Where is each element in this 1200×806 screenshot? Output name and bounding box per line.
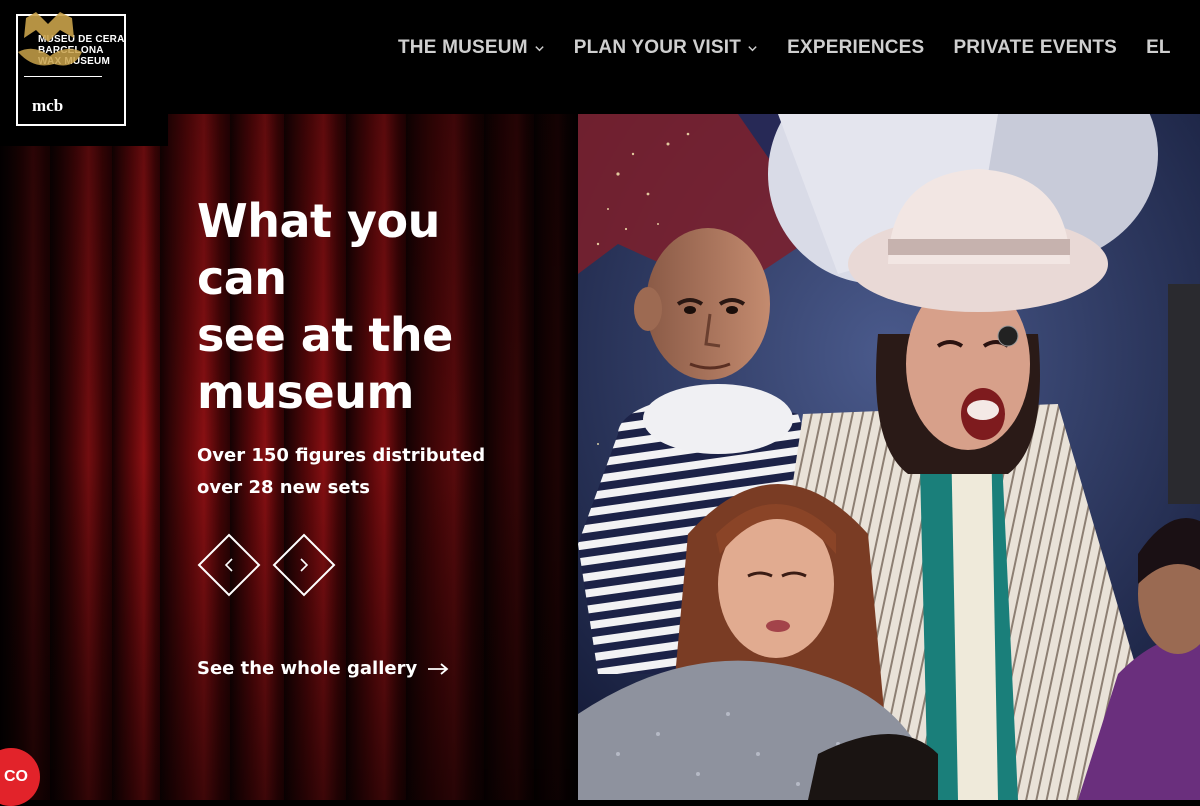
hero-subtitle-line: over 28 new sets [197,477,370,498]
nav-item-plan-your-visit[interactable]: PLAN YOUR VISIT [574,34,758,62]
hero-subtitle: Over 150 figures distributed over 28 new… [197,440,517,504]
nav-item-label: EL [1146,37,1171,58]
hero-title-line: museum [197,365,414,419]
chevron-right-icon [272,533,336,597]
chevron-down-icon [535,45,544,51]
gallery-link-label: See the whole gallery [197,658,418,679]
wax-figures-image [578,114,1200,800]
see-gallery-link[interactable]: See the whole gallery [197,658,449,679]
prev-slide-button[interactable] [197,533,261,597]
nav-item-the-museum[interactable]: THE MUSEUM [398,34,545,62]
hero-title-line: can [197,251,287,305]
logo-mcb: mcb [32,96,64,115]
hero-title: What you can see at the museum [197,193,537,421]
arrow-right-icon [428,662,449,675]
main-nav: THE MUSEUM PLAN YOUR VISIT EXPERIENCES P… [398,34,1171,62]
chevron-left-icon [197,533,261,597]
nav-item-language[interactable]: EL [1146,34,1171,62]
nav-item-label: PRIVATE EVENTS [953,37,1118,58]
hero-photo [578,114,1200,800]
nav-item-label: THE MUSEUM [398,37,528,58]
site-logo[interactable]: MUSEU DE CERA BARCELONA WAX MUSEUM mcb [0,0,168,146]
site-header: THE MUSEUM PLAN YOUR VISIT EXPERIENCES P… [0,0,1200,114]
nav-item-experiences[interactable]: EXPERIENCES [787,34,924,62]
mustache-icon [18,12,82,66]
hero-title-line: see at the [197,308,453,362]
chevron-down-icon [748,45,757,51]
hero-subtitle-line: Over 150 figures distributed [197,445,486,466]
hero-title-line: What you [197,194,440,248]
nav-item-label: EXPERIENCES [787,37,925,58]
next-slide-button[interactable] [272,533,336,597]
nav-item-private-events[interactable]: PRIVATE EVENTS [953,34,1117,62]
nav-item-label: PLAN YOUR VISIT [573,37,742,58]
cookie-badge-label: CO [4,768,28,785]
